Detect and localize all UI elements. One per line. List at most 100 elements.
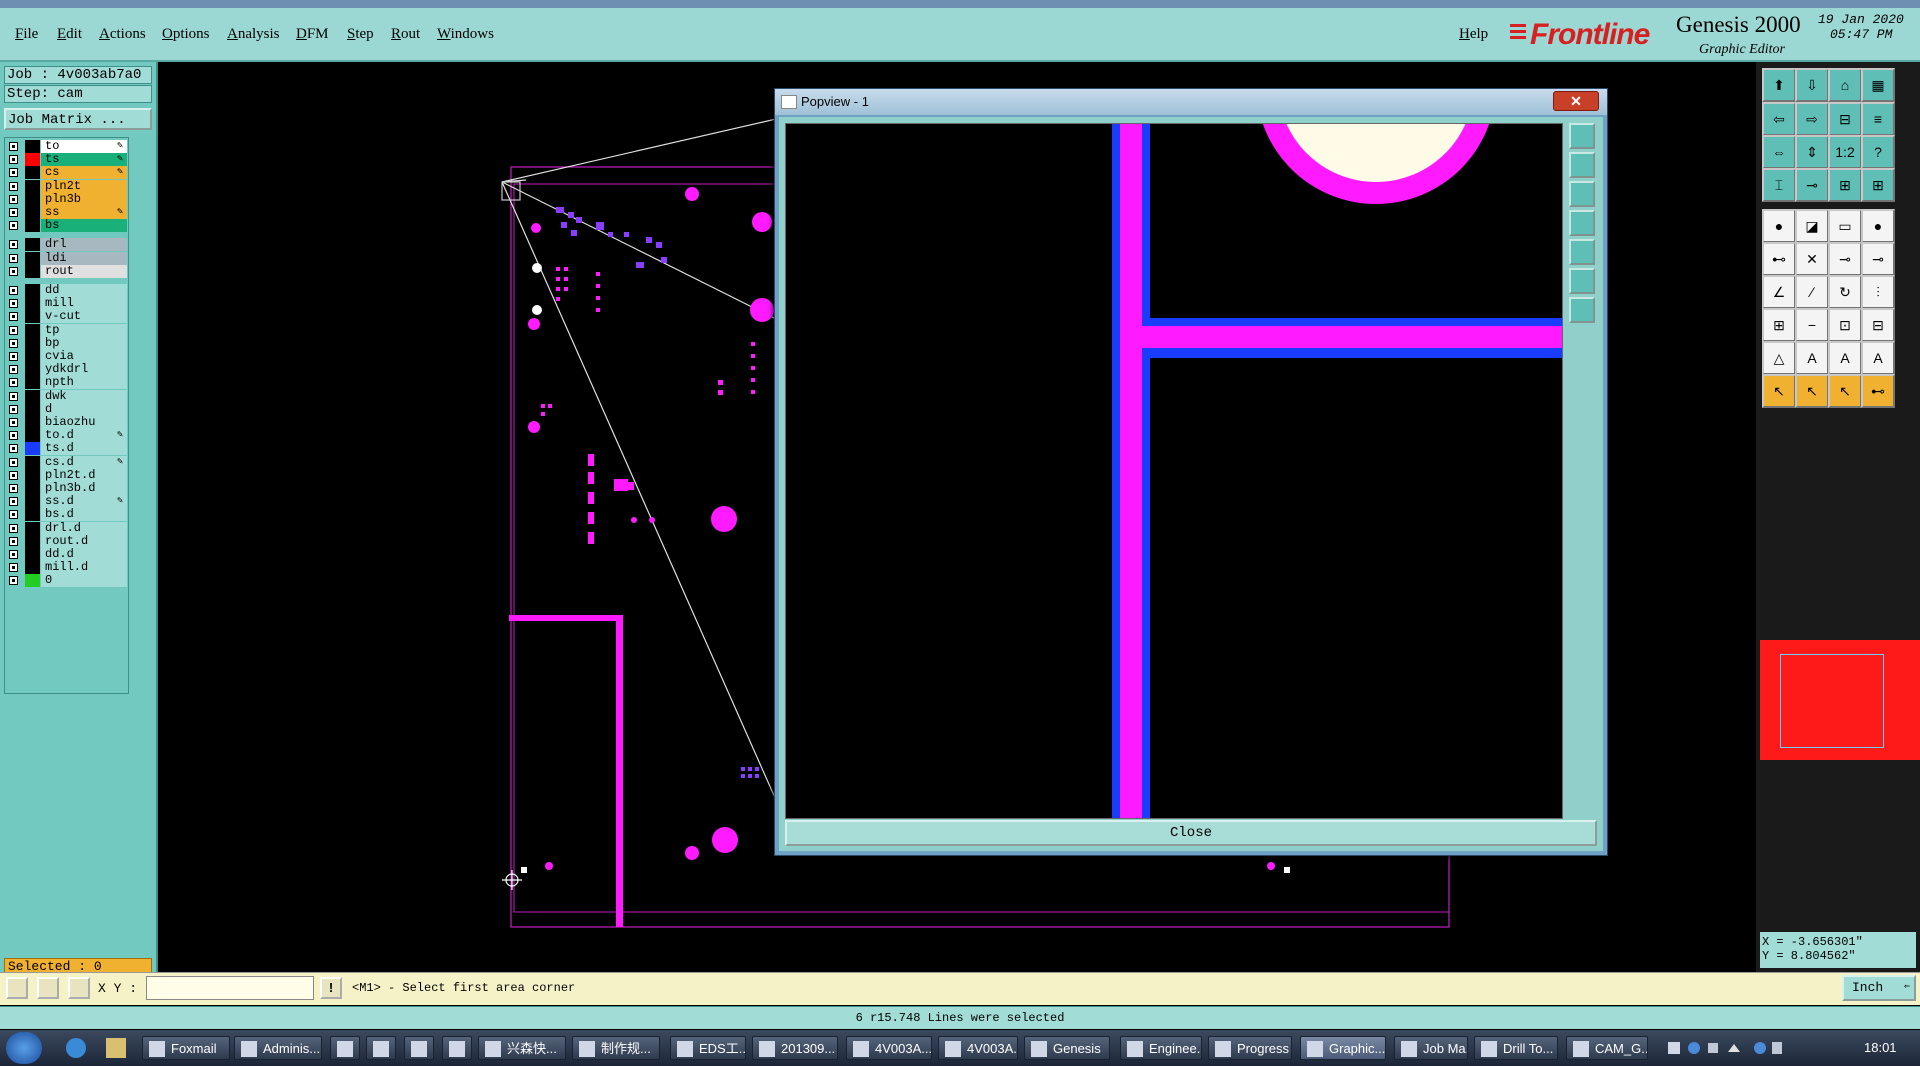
taskbar-item[interactable]: EDS工... — [670, 1036, 746, 1060]
layer-checkbox[interactable] — [9, 418, 18, 427]
mirror-icon[interactable]: ⫶ — [1861, 275, 1895, 309]
layer-checkbox[interactable] — [9, 194, 18, 204]
layer-color-swatch[interactable] — [25, 521, 40, 535]
layer-checkbox[interactable] — [9, 484, 18, 493]
ie-icon[interactable] — [66, 1038, 86, 1058]
layer-row[interactable]: ss ✎ — [5, 206, 127, 220]
layer-checkbox[interactable] — [9, 325, 18, 335]
layer-color-swatch[interactable] — [25, 561, 40, 575]
layer-color-swatch[interactable] — [25, 402, 40, 416]
layer-name[interactable]: dd.d — [41, 548, 127, 561]
layer-color-swatch[interactable] — [25, 284, 40, 297]
layer-checkbox[interactable] — [9, 536, 18, 546]
layer-checkbox[interactable] — [9, 365, 18, 375]
layer-color-swatch[interactable] — [25, 455, 40, 469]
arc-b-icon[interactable]: A — [1861, 341, 1895, 375]
layer-checkbox[interactable] — [9, 576, 18, 586]
angle-icon[interactable]: ∠ — [1762, 275, 1796, 309]
layer-color-swatch[interactable] — [25, 192, 40, 206]
layer-checkbox[interactable] — [9, 391, 18, 401]
triangle-outline-icon[interactable]: △ — [1762, 341, 1796, 375]
zoom-home-icon[interactable]: ⇩ — [1795, 68, 1829, 102]
layer-color-swatch[interactable] — [25, 179, 40, 193]
layer-name[interactable]: rout — [41, 264, 127, 278]
layer-color-swatch[interactable] — [25, 140, 40, 153]
layer-name[interactable]: npth — [41, 376, 127, 390]
popview-titlebar[interactable]: Popview - 1 ✕ — [775, 89, 1607, 115]
pv-fit-icon[interactable] — [1569, 123, 1595, 149]
layer-name[interactable]: to ✎ — [41, 140, 127, 153]
home-icon[interactable]: ⬆ — [1762, 68, 1796, 102]
layer-color-swatch[interactable] — [25, 508, 40, 522]
layer-name[interactable]: mill — [41, 297, 127, 311]
popview-canvas[interactable] — [785, 123, 1563, 819]
layer-name[interactable]: cs.d ✎ — [41, 455, 127, 469]
route-select-icon[interactable]: ⊷ — [1861, 374, 1895, 408]
layer-name[interactable]: tp — [41, 323, 127, 337]
layer-name[interactable]: cvia — [41, 350, 127, 363]
layer-checkbox[interactable] — [9, 457, 18, 467]
taskbar-item[interactable] — [404, 1036, 434, 1060]
taskbar-item[interactable]: Enginee... — [1120, 1036, 1202, 1060]
pv-zoom-in-icon[interactable] — [1569, 152, 1595, 178]
layer-checkbox[interactable] — [9, 497, 18, 507]
taskbar-item[interactable]: Progress — [1208, 1036, 1292, 1060]
pv-home-icon[interactable] — [1569, 239, 1595, 265]
overview-viewport[interactable] — [1780, 654, 1884, 748]
layer-checkbox[interactable] — [9, 266, 18, 276]
ratio-icon[interactable]: 1:2 — [1828, 135, 1862, 169]
explorer-icon[interactable] — [106, 1038, 126, 1058]
menu-file[interactable]: File — [15, 26, 38, 43]
layer-checkbox[interactable] — [9, 299, 18, 309]
info-icon[interactable]: ! — [320, 977, 342, 999]
layer-checkbox[interactable] — [9, 378, 18, 388]
layer-row[interactable]: mill.d — [5, 561, 127, 575]
taskbar-item[interactable]: 4V003A... — [938, 1036, 1018, 1060]
measure-tool-icon[interactable]: ⌶ — [1762, 168, 1796, 202]
layer-checkbox[interactable] — [9, 208, 18, 217]
snap-icon[interactable] — [37, 977, 59, 999]
arc-a-icon[interactable]: A — [1828, 341, 1862, 375]
net-tool-icon[interactable]: ⊞ — [1861, 168, 1895, 202]
grid-icon[interactable] — [68, 977, 90, 999]
layer-row[interactable]: 0 — [5, 574, 127, 588]
layer-color-swatch[interactable] — [25, 468, 40, 482]
cursor-select-3-icon[interactable]: ↖ — [1828, 374, 1862, 408]
layer-row[interactable]: tp — [5, 323, 127, 338]
layer-name[interactable]: ldi — [41, 251, 127, 265]
layer-checkbox[interactable] — [9, 240, 18, 250]
zoom-box-icon[interactable]: ⊟ — [1828, 102, 1862, 136]
layer-color-swatch[interactable] — [25, 376, 40, 390]
taskbar-item[interactable]: Job Ma... — [1394, 1036, 1468, 1060]
layer-name[interactable]: ss ✎ — [41, 206, 127, 219]
taskbar-item[interactable]: 201309... — [752, 1036, 838, 1060]
layer-name[interactable]: pln2t — [41, 179, 127, 193]
redraw-icon[interactable]: ≡ — [1861, 102, 1895, 136]
layer-color-swatch[interactable] — [25, 238, 40, 252]
layer-checkbox[interactable] — [9, 550, 18, 559]
layer-row[interactable]: v-cut — [5, 310, 127, 324]
menu-step[interactable]: Step — [347, 26, 374, 43]
layer-name[interactable]: dwk — [41, 389, 127, 403]
pv-zoom-out-icon[interactable] — [1569, 181, 1595, 207]
taskbar-item[interactable]: 4V003A... — [846, 1036, 932, 1060]
layer-checkbox[interactable] — [9, 253, 18, 263]
menu-rout[interactable]: Rout — [391, 26, 420, 43]
layer-color-swatch[interactable] — [25, 166, 40, 180]
taskbar-item[interactable]: CAM_G... — [1566, 1036, 1648, 1060]
zoom-in-icon[interactable]: ⇔ — [1762, 135, 1796, 169]
layer-name[interactable]: v-cut — [41, 310, 127, 324]
menu-analysis[interactable]: Analysis — [227, 26, 280, 43]
zoom-out-icon[interactable]: ⇕ — [1795, 135, 1829, 169]
layer-color-swatch[interactable] — [25, 442, 40, 456]
layer-name[interactable]: to.d ✎ — [41, 429, 127, 443]
select-shape-icon[interactable]: ⊞ — [1762, 308, 1796, 342]
layer-checkbox[interactable] — [9, 470, 18, 480]
units-selector[interactable]: Inch ⇐ — [1842, 975, 1916, 1001]
pv-expand-icon[interactable] — [1569, 268, 1595, 294]
taskbar-item[interactable] — [330, 1036, 360, 1060]
layer-checkbox[interactable] — [9, 155, 18, 165]
dimension-icon[interactable]: ⊡ — [1828, 308, 1862, 342]
layer-row[interactable]: pln3b — [5, 192, 127, 207]
xy-input[interactable] — [146, 976, 314, 1000]
